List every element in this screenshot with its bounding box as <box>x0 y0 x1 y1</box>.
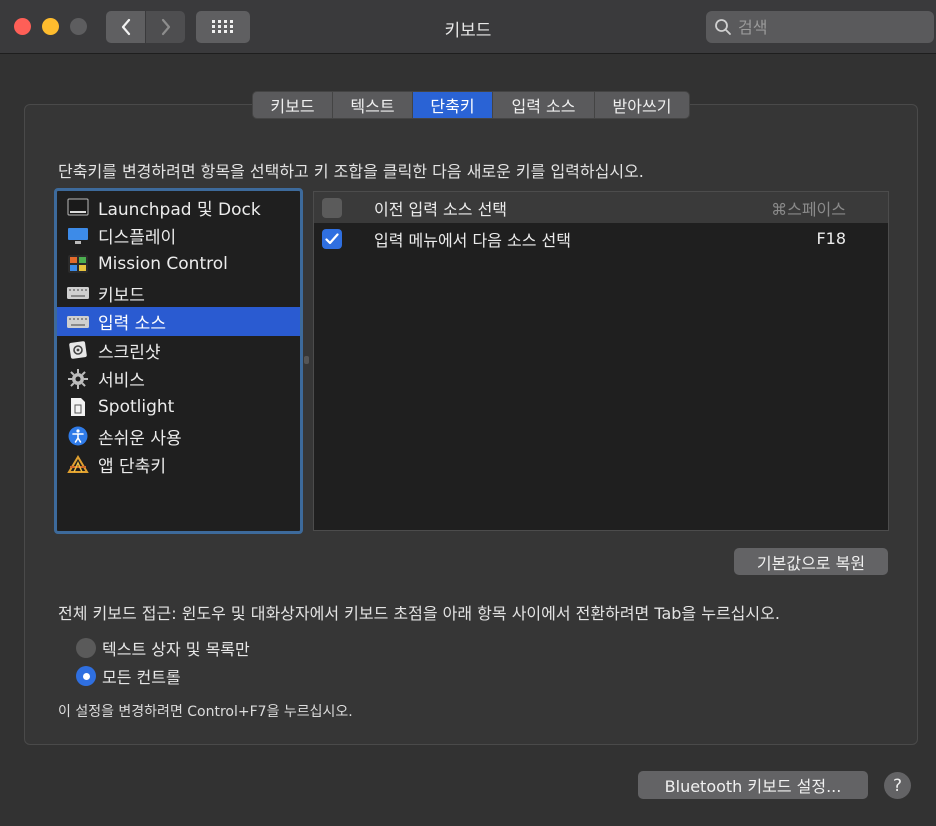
category-launchpad-dock[interactable]: Launchpad 및 Dock <box>57 193 300 222</box>
category-label: 입력 소스 <box>98 314 166 335</box>
category-label: 디스플레이 <box>98 228 177 249</box>
category-accessibility[interactable]: 손쉬운 사용 <box>57 422 300 451</box>
category-label: 손쉬운 사용 <box>98 428 182 449</box>
tab-bar: 키보드 텍스트 단축키 입력 소스 받아쓰기 <box>252 91 690 119</box>
chevron-right-icon <box>161 18 170 36</box>
category-display[interactable]: 디스플레이 <box>57 222 300 251</box>
shortcut-key[interactable]: ⌘스페이스 <box>771 196 846 220</box>
help-button[interactable]: ? <box>884 772 911 799</box>
zoom-window-button[interactable] <box>70 18 87 35</box>
shortcut-checkbox[interactable] <box>322 197 342 218</box>
show-all-button[interactable] <box>196 11 250 43</box>
minimize-window-button[interactable] <box>42 18 59 35</box>
shortcut-checkbox[interactable] <box>322 228 342 249</box>
category-label: 키보드 <box>98 285 145 306</box>
tab-keyboard[interactable]: 키보드 <box>253 92 333 118</box>
radio-all-controls[interactable]: 모든 컨트롤 <box>76 664 181 688</box>
tab-shortcuts[interactable]: 단축키 <box>413 92 493 118</box>
shortcut-key[interactable]: F18 <box>816 229 846 248</box>
category-label: Launchpad 및 Dock <box>98 199 261 220</box>
shortcut-label: 이전 입력 소스 선택 <box>374 199 508 219</box>
category-input-sources[interactable]: 입력 소스 <box>57 307 300 336</box>
restore-defaults-button[interactable]: 기본값으로 복원 <box>734 548 888 575</box>
document-icon <box>67 397 89 417</box>
category-label: Spotlight <box>98 397 175 418</box>
control-f7-note: 이 설정을 변경하려면 Control+F7을 누르십시오. <box>58 704 353 720</box>
shortcut-list[interactable]: 이전 입력 소스 선택 ⌘스페이스 입력 메뉴에서 다음 소스 선택 F18 <box>313 191 889 531</box>
category-keyboard[interactable]: 키보드 <box>57 279 300 308</box>
launchpad-dock-icon <box>67 197 89 217</box>
tab-dictation[interactable]: 받아쓰기 <box>595 92 689 118</box>
back-button[interactable] <box>106 11 145 43</box>
search-icon <box>715 19 731 35</box>
radio-button[interactable] <box>76 638 96 658</box>
app-shortcuts-icon <box>67 454 89 475</box>
title-bar: 키보드 <box>0 0 936 54</box>
category-app-shortcuts[interactable]: 앱 단축키 <box>57 450 300 479</box>
accessibility-icon <box>67 426 89 446</box>
tab-input-sources[interactable]: 입력 소스 <box>493 92 595 118</box>
category-label: 스크린샷 <box>98 342 161 363</box>
category-label: 앱 단축키 <box>98 457 166 478</box>
radio-label: 모든 컨트롤 <box>102 668 181 687</box>
bluetooth-keyboard-setup-button[interactable]: Bluetooth 키보드 설정... <box>638 771 868 799</box>
screenshot-icon <box>67 340 89 360</box>
category-mission-control[interactable]: Mission Control <box>57 250 300 279</box>
keyboard-icon <box>67 283 89 303</box>
shortcuts-instruction: 단축키를 변경하려면 항목을 선택하고 키 조합을 클릭한 다음 새로운 키를 … <box>58 162 644 181</box>
checkmark-icon <box>325 232 339 244</box>
category-spotlight[interactable]: Spotlight <box>57 393 300 422</box>
search-input[interactable] <box>738 17 928 37</box>
split-view-divider[interactable] <box>304 356 309 364</box>
keyboard-icon <box>67 312 89 332</box>
search-field[interactable] <box>706 11 934 43</box>
category-label: 서비스 <box>98 371 145 392</box>
tab-text[interactable]: 텍스트 <box>333 92 413 118</box>
radio-label: 텍스트 상자 및 목록만 <box>102 640 250 659</box>
shortcut-row[interactable]: 이전 입력 소스 선택 ⌘스페이스 <box>314 192 888 223</box>
category-screenshots[interactable]: 스크린샷 <box>57 336 300 365</box>
category-label: Mission Control <box>98 254 228 275</box>
forward-button[interactable] <box>146 11 185 43</box>
chevron-left-icon <box>121 18 130 36</box>
radio-text-boxes-lists[interactable]: 텍스트 상자 및 목록만 <box>76 636 250 660</box>
grid-icon <box>212 20 233 33</box>
mission-control-icon <box>67 254 89 274</box>
full-keyboard-access-label: 전체 키보드 접근: 윈도우 및 대화상자에서 키보드 초점을 아래 항목 사이… <box>58 604 780 623</box>
shortcut-row[interactable]: 입력 메뉴에서 다음 소스 선택 F18 <box>314 223 888 254</box>
display-icon <box>67 226 89 246</box>
radio-button[interactable] <box>76 666 96 686</box>
shortcut-category-list[interactable]: Launchpad 및 Dock 디스플레이 Mission Control 키… <box>54 188 303 534</box>
gear-icon <box>67 368 89 389</box>
category-services[interactable]: 서비스 <box>57 365 300 394</box>
shortcut-label: 입력 메뉴에서 다음 소스 선택 <box>374 230 571 250</box>
close-window-button[interactable] <box>14 18 31 35</box>
